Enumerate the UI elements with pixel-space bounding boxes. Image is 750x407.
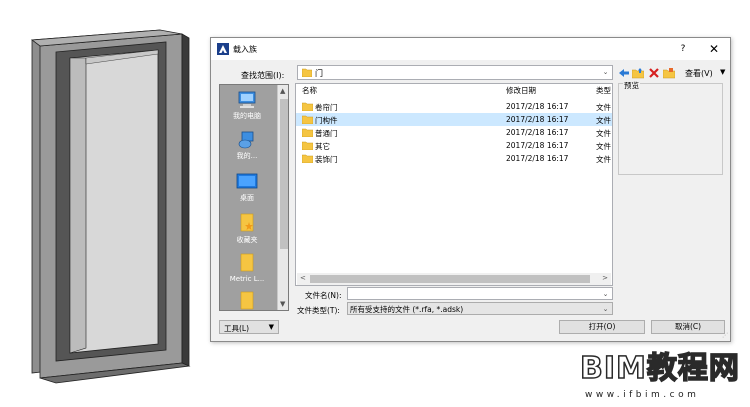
computer-icon: [238, 91, 256, 108]
file-type: 文件: [596, 129, 611, 138]
folder-icon: [302, 141, 313, 150]
list-item[interactable]: 普通门 2017/2/18 16:17 文件: [296, 126, 612, 139]
door-3d-model: [30, 29, 191, 384]
places-bar: 我的电脑 我的... 桌面 收藏夹 Metric L... ▲ ▼: [219, 84, 289, 311]
chevron-down-icon[interactable]: ⌄: [601, 305, 610, 314]
place-favorites[interactable]: 收藏夹: [220, 213, 274, 245]
column-header-name[interactable]: 名称: [302, 84, 317, 98]
file-date: 2017/2/18 16:17: [506, 128, 569, 137]
scroll-down-icon[interactable]: ▼: [280, 300, 285, 308]
new-folder-icon[interactable]: [663, 67, 675, 79]
look-in-combo[interactable]: 门 ⌄: [297, 65, 613, 80]
file-type: 文件: [596, 103, 611, 112]
place-label: 我的...: [236, 152, 258, 160]
watermark-logo: BIM教程网: [579, 351, 740, 386]
place-metric-library[interactable]: Metric L...: [220, 253, 274, 283]
chevron-down-icon[interactable]: ⌄: [601, 68, 610, 77]
folder-icon: [302, 115, 313, 124]
tools-button[interactable]: 工具(L) ▼: [219, 320, 279, 334]
file-name: 装饰门: [315, 155, 338, 164]
file-name-label: 文件名(N):: [305, 291, 342, 300]
look-in-value: 门: [315, 69, 323, 78]
preview-box: [618, 83, 723, 175]
folder-icon: [240, 253, 254, 272]
file-name: 卷帘门: [315, 103, 338, 112]
file-date: 2017/2/18 16:17: [506, 115, 569, 124]
place-desktop[interactable]: 桌面: [220, 173, 274, 203]
preview-label: 预览: [623, 80, 640, 91]
open-button[interactable]: 打开(O): [559, 320, 645, 334]
file-list: 名称 ^ 修改日期 类型 卷帘门 2017/2/18 16:17 文件 门构件 …: [295, 83, 613, 286]
close-button[interactable]: ✕: [703, 41, 725, 57]
file-date: 2017/2/18 16:17: [506, 141, 569, 150]
resize-grip-icon[interactable]: ⋰: [722, 332, 728, 339]
horizontal-scrollbar[interactable]: < >: [297, 273, 611, 285]
folder-icon: [302, 154, 313, 163]
file-type-value: 所有受支持的文件 (*.rfa, *.adsk): [350, 305, 464, 314]
place-network[interactable]: 我的...: [220, 131, 274, 161]
desktop-icon: [236, 173, 258, 189]
views-menu[interactable]: 查看(V): [685, 68, 713, 79]
file-date: 2017/2/18 16:17: [506, 102, 569, 111]
dialog-title: 载入族: [233, 45, 257, 54]
favorites-icon: [240, 213, 254, 232]
list-item[interactable]: 其它 2017/2/18 16:17 文件: [296, 139, 612, 152]
file-name: 门构件: [315, 116, 338, 125]
folder-icon: [240, 291, 254, 310]
watermark-url: www.ifbim.com: [585, 390, 700, 400]
column-header-date[interactable]: 修改日期: [506, 84, 536, 98]
scroll-thumb[interactable]: [310, 275, 590, 283]
file-type-select[interactable]: 所有受支持的文件 (*.rfa, *.adsk) ⌄: [347, 302, 613, 315]
sort-caret-icon: ^: [395, 83, 401, 89]
load-family-dialog: 载入族 ? ✕ 查找范围(I): 门 ⌄ 查看(V) ▼ 我的电脑 我的... …: [210, 37, 731, 342]
folder-icon: [302, 102, 313, 111]
views-dropdown-icon[interactable]: ▼: [720, 68, 725, 76]
screen: 载入族 ? ✕ 查找范围(I): 门 ⌄ 查看(V) ▼ 我的电脑 我的... …: [0, 0, 750, 407]
file-type: 文件: [596, 142, 611, 151]
revit-app-icon: [217, 43, 229, 55]
file-date: 2017/2/18 16:17: [506, 154, 569, 163]
place-label: 收藏夹: [236, 236, 258, 244]
file-name: 其它: [315, 142, 330, 151]
delete-icon[interactable]: [648, 67, 660, 79]
back-arrow-icon[interactable]: [618, 67, 630, 79]
place-label: Metric L...: [229, 275, 265, 283]
column-header-type[interactable]: 类型: [596, 84, 611, 98]
tools-label: 工具(L): [224, 324, 250, 333]
scroll-up-icon[interactable]: ▲: [280, 87, 285, 95]
dropdown-arrow-icon: ▼: [268, 323, 274, 331]
place-folder[interactable]: [220, 291, 274, 310]
title-bar[interactable]: 载入族 ? ✕: [211, 38, 730, 60]
place-label: 我的电脑: [233, 112, 261, 120]
chevron-down-icon[interactable]: ⌄: [601, 290, 610, 299]
file-type: 文件: [596, 116, 611, 125]
place-label: 桌面: [240, 194, 254, 202]
list-item-selected[interactable]: 门构件 2017/2/18 16:17 文件: [296, 113, 612, 126]
cancel-button[interactable]: 取消(C): [651, 320, 725, 334]
look-in-label: 查找范围(I):: [241, 71, 285, 80]
list-item[interactable]: 卷帘门 2017/2/18 16:17 文件: [296, 100, 612, 113]
scroll-right-icon[interactable]: >: [602, 274, 608, 282]
file-type: 文件: [596, 155, 611, 164]
file-type-label: 文件类型(T):: [297, 306, 340, 315]
help-button[interactable]: ?: [674, 41, 692, 57]
scroll-left-icon[interactable]: <: [300, 274, 306, 282]
place-my-computer[interactable]: 我的电脑: [220, 91, 274, 121]
folder-icon: [302, 68, 312, 77]
file-name-input[interactable]: ⌄: [347, 287, 613, 300]
places-scrollbar[interactable]: ▲ ▼: [277, 85, 288, 310]
scroll-thumb[interactable]: [280, 99, 288, 249]
folder-icon: [302, 128, 313, 137]
network-icon: [238, 131, 254, 149]
up-folder-icon[interactable]: [632, 67, 644, 79]
list-item[interactable]: 装饰门 2017/2/18 16:17 文件: [296, 152, 612, 165]
file-name: 普通门: [315, 129, 338, 138]
